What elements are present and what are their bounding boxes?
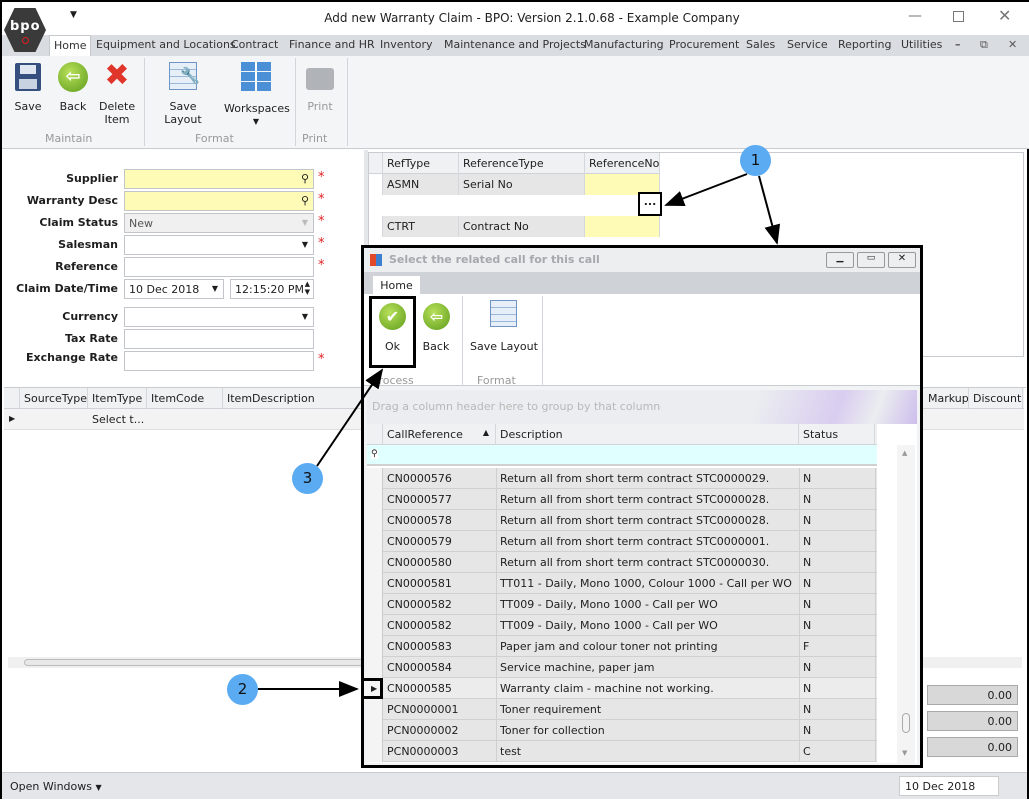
annotation-callout-3: 3 <box>292 463 323 494</box>
annotation-arrow-1a <box>664 173 748 207</box>
main-window: bpo ▼ Add new Warranty Claim - BPO: Vers… <box>0 0 1029 799</box>
annotation-arrow-1b <box>758 175 781 245</box>
annotation-callout-2: 2 <box>227 674 258 705</box>
annotation-arrows <box>258 173 781 697</box>
annotation-arrow-3 <box>316 368 384 467</box>
annotation-callout-1: 1 <box>740 145 771 176</box>
